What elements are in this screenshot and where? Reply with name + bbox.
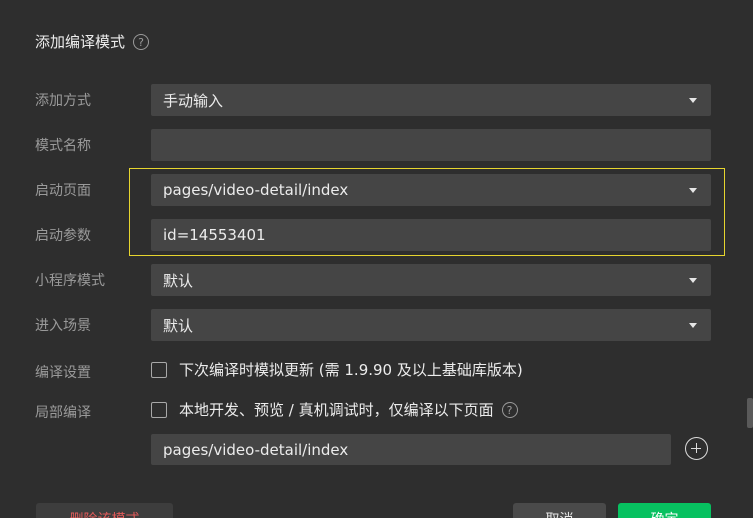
mini-program-mode-value: 默认 [163,271,194,290]
add-method-value: 手动输入 [163,91,224,110]
partial-compile-checkbox[interactable] [151,401,167,418]
partial-page-value: pages/video-detail/index [163,440,349,459]
mini-program-mode-label: 小程序模式 [35,273,105,289]
simulate-update-checkbox[interactable] [151,361,167,378]
add-method-label: 添加方式 [35,93,91,109]
caret-down-icon [689,278,697,283]
partial-compile-text: 本地开发、预览 / 真机调试时，仅编译以下页面 [179,401,494,419]
dialog-title-row: 添加编译模式 ? [35,31,150,52]
partial-page-input[interactable]: pages/video-detail/index [151,434,671,465]
highlight-box [129,168,725,256]
caret-down-icon [689,323,697,328]
mode-name-label: 模式名称 [35,138,91,154]
caret-down-icon [689,98,697,103]
compile-settings-label: 编译设置 [35,365,91,381]
entry-scene-select[interactable]: 默认 [151,309,711,341]
add-compile-mode-dialog: 添加编译模式 ? 添加方式 手动输入 模式名称 启动页面 pages/video… [0,0,753,518]
help-icon[interactable]: ? [133,33,150,50]
help-icon[interactable]: ? [501,401,518,418]
entry-scene-label: 进入场景 [35,318,91,334]
mini-program-mode-select[interactable]: 默认 [151,264,711,296]
delete-mode-button[interactable]: 删除该模式 [36,503,173,518]
launch-page-label: 启动页面 [35,183,91,199]
cancel-button[interactable]: 取消 [513,503,606,518]
mode-name-input[interactable] [151,129,711,161]
partial-compile-option[interactable]: 本地开发、预览 / 真机调试时，仅编译以下页面 ? [151,399,518,420]
confirm-button[interactable]: 确定 [618,503,711,518]
simulate-update-text: 下次编译时模拟更新 (需 1.9.90 及以上基础库版本) [179,361,523,379]
add-method-select[interactable]: 手动输入 [151,84,711,116]
add-page-icon[interactable] [685,437,708,460]
scrollbar[interactable] [747,398,753,428]
launch-params-label: 启动参数 [35,228,91,244]
entry-scene-value: 默认 [163,316,194,335]
dialog-title: 添加编译模式 [35,33,126,51]
partial-compile-label: 局部编译 [35,405,91,421]
simulate-update-option[interactable]: 下次编译时模拟更新 (需 1.9.90 及以上基础库版本) [151,359,523,380]
